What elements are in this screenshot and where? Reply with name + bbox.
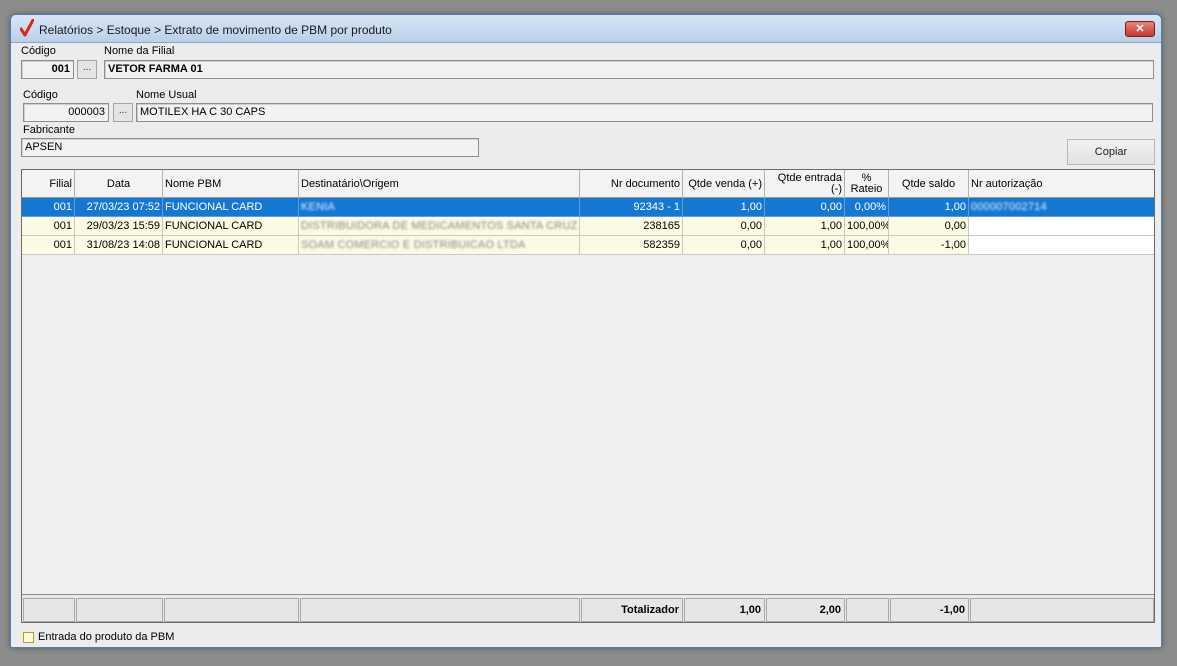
filial-nome-field[interactable]: VETOR FARMA 01 [104, 60, 1154, 79]
produto-codigo-label: Código [23, 89, 58, 101]
filial-codigo-field[interactable]: 001 [21, 60, 74, 79]
cell-nr-autorizacao: 000007002714 [969, 198, 1154, 217]
table-row[interactable]: 001 27/03/23 07:52 FUNCIONAL CARD KENIA … [22, 198, 1154, 217]
cell-destinatario: SOAM COMERCIO E DISTRIBUICAO LTDA [299, 236, 580, 255]
column-header-nr-autorizacao[interactable]: Nr autorização [969, 170, 1154, 198]
produto-lookup-button[interactable]: ... [113, 103, 133, 122]
destinatario-text: SOAM COMERCIO E DISTRIBUICAO LTDA [301, 239, 526, 251]
filial-lookup-button[interactable]: ... [77, 60, 97, 79]
table-row[interactable]: 001 31/08/23 14:08 FUNCIONAL CARD SOAM C… [22, 236, 1154, 255]
cell-data: 27/03/23 07:52 [75, 198, 163, 217]
cell-qtde-saldo: -1,00 [889, 236, 969, 255]
window-title: Relatórios > Estoque > Extrato de movime… [39, 23, 392, 37]
table-row[interactable]: 001 29/03/23 15:59 FUNCIONAL CARD DISTRI… [22, 217, 1154, 236]
cell-nr-documento: 92343 - 1 [580, 198, 683, 217]
close-button[interactable]: ✕ [1125, 21, 1155, 37]
movement-grid[interactable]: Filial Data Nome PBM Destinatário\Origem… [21, 169, 1155, 623]
total-qtde-saldo: -1,00 [890, 598, 969, 622]
entrada-produto-checkbox-row[interactable]: Entrada do produto da PBM [23, 629, 174, 645]
cell-qtde-saldo: 1,00 [889, 198, 969, 217]
column-header-nr-documento[interactable]: Nr documento [580, 170, 683, 198]
cell-nome-pbm: FUNCIONAL CARD [163, 198, 299, 217]
cell-destinatario: KENIA [299, 198, 580, 217]
cell-filial: 001 [22, 236, 75, 255]
total-qtde-entrada: 2,00 [766, 598, 845, 622]
cell-qtde-saldo: 0,00 [889, 217, 969, 236]
cell-qtde-entrada: 1,00 [765, 236, 845, 255]
produto-nome-field[interactable]: MOTILEX HA C 30 CAPS [136, 103, 1153, 122]
column-header-data[interactable]: Data [75, 170, 163, 198]
destinatario-text: KENIA [301, 201, 336, 213]
cell-qtde-venda: 0,00 [683, 236, 765, 255]
column-header-nome-pbm[interactable]: Nome PBM [163, 170, 299, 198]
destinatario-text: DISTRIBUIDORA DE MEDICAMENTOS SANTA CRUZ… [301, 220, 580, 232]
checkmark-app-icon [20, 19, 34, 37]
cell-qtde-entrada: 1,00 [765, 217, 845, 236]
total-qtde-venda: 1,00 [684, 598, 765, 622]
total-cell-empty [23, 598, 75, 622]
grid-header: Filial Data Nome PBM Destinatário\Origem… [22, 170, 1154, 198]
entrada-produto-checkbox[interactable] [23, 631, 34, 643]
fabricante-field[interactable]: APSEN [21, 138, 479, 157]
cell-nome-pbm: FUNCIONAL CARD [163, 236, 299, 255]
cell-nr-documento: 238165 [580, 217, 683, 236]
total-cell-empty [970, 598, 1154, 622]
cell-qtde-venda: 1,00 [683, 198, 765, 217]
cell-data: 31/08/23 14:08 [75, 236, 163, 255]
cell-filial: 001 [22, 217, 75, 236]
totals-row: Totalizador 1,00 2,00 -1,00 [22, 594, 1154, 622]
cell-nr-autorizacao [969, 217, 1154, 236]
cell-filial: 001 [22, 198, 75, 217]
total-cell-empty [846, 598, 889, 622]
column-header-rateio[interactable]: % Rateio [845, 170, 889, 198]
totalizador-label: Totalizador [581, 598, 683, 622]
title-bar: Relatórios > Estoque > Extrato de movime… [11, 15, 1161, 43]
autorizacao-text: 000007002714 [971, 201, 1047, 213]
copy-button[interactable]: Copiar [1067, 139, 1155, 165]
cell-qtde-venda: 0,00 [683, 217, 765, 236]
produto-codigo-field[interactable]: 000003 [23, 103, 109, 122]
column-header-qtde-venda[interactable]: Qtde venda (+) [683, 170, 765, 198]
filial-nome-label: Nome da Filial [104, 45, 175, 57]
report-window: Relatórios > Estoque > Extrato de movime… [10, 14, 1162, 648]
cell-rateio: 0,00% [845, 198, 889, 217]
cell-rateio: 100,00% [845, 217, 889, 236]
total-cell-empty [76, 598, 163, 622]
filial-codigo-label: Código [21, 45, 56, 57]
cell-rateio: 100,00% [845, 236, 889, 255]
cell-nome-pbm: FUNCIONAL CARD [163, 217, 299, 236]
column-header-qtde-entrada[interactable]: Qtde entrada (-) [765, 170, 845, 198]
total-cell-empty [300, 598, 580, 622]
cell-qtde-entrada: 0,00 [765, 198, 845, 217]
produto-nome-label: Nome Usual [136, 89, 197, 101]
fabricante-label: Fabricante [23, 124, 75, 136]
cell-destinatario: DISTRIBUIDORA DE MEDICAMENTOS SANTA CRUZ… [299, 217, 580, 236]
column-header-filial[interactable]: Filial [22, 170, 75, 198]
entrada-produto-label: Entrada do produto da PBM [38, 631, 175, 643]
total-cell-empty [164, 598, 299, 622]
column-header-destinatario[interactable]: Destinatário\Origem [299, 170, 580, 198]
cell-nr-documento: 582359 [580, 236, 683, 255]
cell-nr-autorizacao [969, 236, 1154, 255]
cell-data: 29/03/23 15:59 [75, 217, 163, 236]
column-header-qtde-saldo[interactable]: Qtde saldo [889, 170, 969, 198]
